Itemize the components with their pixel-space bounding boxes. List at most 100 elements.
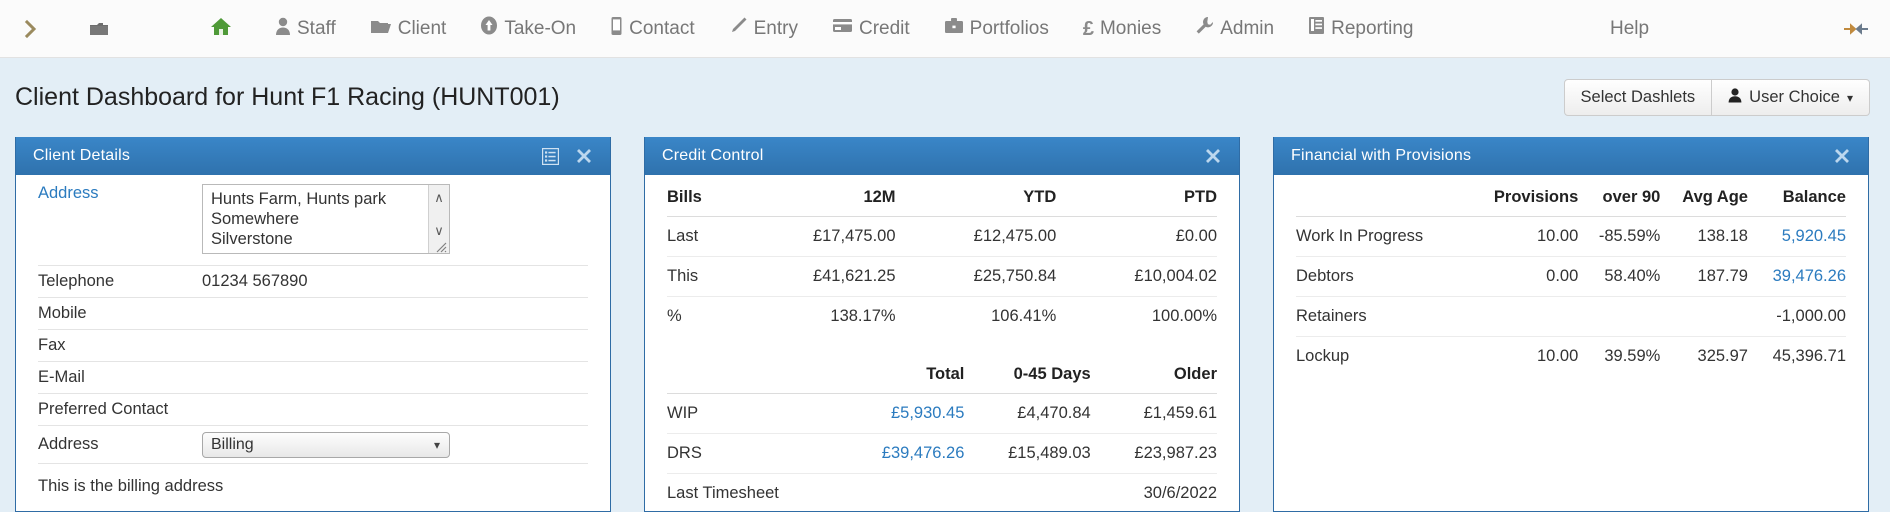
nav-label-credit: Credit [859,19,910,38]
home-icon [210,16,232,42]
page-title: Client Dashboard for Hunt F1 Racing (HUN… [0,83,560,112]
cell-value: 0.00 [1466,257,1579,297]
address-link-label[interactable]: Address [38,184,202,203]
client-row-telephone: Telephone 01234 567890 [38,266,588,298]
col-provisions: Provisions [1466,175,1579,217]
nav-item-staff[interactable]: Staff [258,0,353,58]
nav-item-client[interactable]: Client [353,0,464,58]
panel-title-client-details: Client Details [33,147,528,165]
cell-value: 138.18 [1660,217,1748,257]
user-choice-button[interactable]: User Choice ▾ [1712,79,1870,116]
list-icon[interactable] [538,144,562,168]
nav-label-admin: Admin [1220,19,1274,38]
resize-grip-icon[interactable] [433,238,447,252]
cell-value: £17,475.00 [735,217,896,257]
plus-circle-icon [480,16,498,41]
nav-item-reporting[interactable]: Reporting [1291,0,1430,58]
address-line-2: Somewhere [211,209,449,229]
nav-item-take-on[interactable]: Take-On [463,0,593,58]
mobile-icon [610,16,623,42]
nav-item-contact[interactable]: Contact [593,0,711,58]
table-row: Lockup 10.00 39.59% 325.97 45,396.71 [1296,337,1846,377]
user-choice-label: User Choice [1749,88,1840,107]
nav-item-home[interactable] [190,0,258,58]
chevron-down-icon: ▾ [434,438,440,452]
table-row: Last Timesheet 30/6/2022 [667,474,1217,512]
nav-item-admin[interactable]: Admin [1178,0,1291,58]
select-dashlets-button[interactable]: Select Dashlets [1564,79,1713,116]
nav-item-monies[interactable]: £ Monies [1066,0,1178,58]
nav-item-portfolios[interactable]: Portfolios [927,0,1066,58]
row-label: Fax [38,336,202,355]
col-ytd: YTD [896,175,1057,217]
cell-label: % [667,297,735,337]
table-row: WIP £5,930.45 £4,470.84 £1,459.61 [667,394,1217,434]
nav-items: Staff Client Take-On Contact Entry [190,0,1430,58]
cell-value: £23,987.23 [1091,434,1217,474]
client-row-email: E-Mail [38,362,588,394]
col-over-90: over 90 [1578,175,1660,217]
table-row: Retainers -1,000.00 [1296,297,1846,337]
col-total: Total [838,352,964,394]
address-type-select[interactable]: Billing ▾ [202,432,450,458]
nav-label-staff: Staff [297,19,336,38]
cell-label: DRS [667,434,838,474]
folder-icon[interactable] [86,16,112,42]
top-navigation-bar: Staff Client Take-On Contact Entry [0,0,1890,58]
page-header-buttons: Select Dashlets User Choice ▾ [1564,79,1870,116]
client-row-mobile: Mobile [38,298,588,330]
chevron-down-icon: ▾ [1847,91,1853,105]
cell-value: £1,459.61 [1091,394,1217,434]
chevron-right-icon[interactable] [18,16,44,42]
close-icon[interactable] [572,144,596,168]
cell-value: £10,004.02 [1056,257,1217,297]
close-icon[interactable] [1830,144,1854,168]
panel-client-details: Client Details Address Hunts Farm, Hunts… [15,137,611,512]
cell-link[interactable]: 39,476.26 [1748,257,1846,297]
client-row-address-type: Address Billing ▾ [38,426,588,464]
cell-value: 100.00% [1056,297,1217,337]
credit-card-icon [832,17,853,40]
nav-label-monies: Monies [1100,19,1161,38]
close-icon[interactable] [1201,144,1225,168]
cell-value [1660,297,1748,337]
col-blank [667,352,838,394]
collapse-arrows-icon[interactable] [1842,18,1870,40]
chevron-down-icon[interactable]: ∨ [434,224,444,237]
nav-label-reporting: Reporting [1331,19,1413,38]
cell-value: 10.00 [1466,217,1579,257]
cell-value: 10.00 [1466,337,1579,377]
address-type-value: Billing [211,436,254,454]
chevron-up-icon[interactable]: ∧ [434,191,444,204]
cell-link[interactable]: 5,920.45 [1748,217,1846,257]
cell-link[interactable]: £39,476.26 [838,434,964,474]
table-row: Debtors 0.00 58.40% 187.79 39,476.26 [1296,257,1846,297]
panel-title-financial: Financial with Provisions [1291,147,1820,165]
table-row: This £41,621.25 £25,750.84 £10,004.02 [667,257,1217,297]
cell-value: -1,000.00 [1748,297,1846,337]
col-blank [1296,175,1466,217]
nav-item-help[interactable]: Help [1610,18,1649,40]
nav-item-credit[interactable]: Credit [815,0,927,58]
address-textarea[interactable]: Hunts Farm, Hunts park Somewhere Silvers… [202,184,450,254]
cell-value [1578,297,1660,337]
panel-title-credit-control: Credit Control [662,147,1191,165]
panel-financial-with-provisions: Financial with Provisions Provisions ove… [1273,137,1869,512]
table-row: % 138.17% 106.41% 100.00% [667,297,1217,337]
nav-item-entry[interactable]: Entry [712,0,815,58]
row-value: 01234 567890 [202,272,588,291]
cell-value: £15,489.03 [964,434,1090,474]
col-balance: Balance [1748,175,1846,217]
table-header-row: Bills 12M YTD PTD [667,175,1217,217]
row-label: Telephone [38,272,202,291]
address-line-1: Hunts Farm, Hunts park [211,189,449,209]
user-icon [275,16,291,42]
cell-link[interactable]: £5,930.45 [838,394,964,434]
cell-label: Retainers [1296,297,1466,337]
table-row: Last £17,475.00 £12,475.00 £0.00 [667,217,1217,257]
nav-left-icons [0,16,112,42]
folder-open-icon [370,17,392,41]
billing-address-note: This is the billing address [38,464,588,496]
cell-value [838,474,964,512]
panel-body-credit-control: Bills 12M YTD PTD Last £17,475.00 £12,47… [645,175,1239,512]
